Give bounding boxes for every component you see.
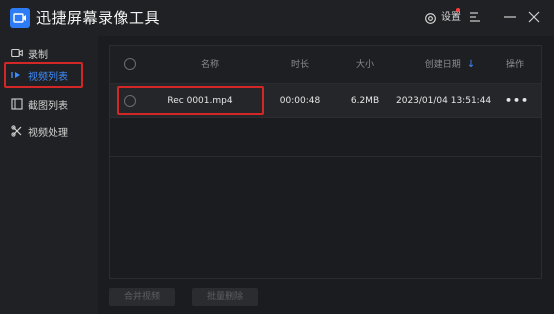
more-actions-button[interactable]: •••	[505, 94, 528, 108]
sidebar-item-video-list[interactable]: 视频列表	[4, 62, 83, 88]
sort-down-arrow-icon[interactable]: ↓	[467, 59, 475, 70]
sidebar-item-label: 录制	[28, 49, 48, 61]
sidebar-item-label: 视频处理	[28, 127, 68, 139]
sidebar-item-label: 视频列表	[28, 71, 68, 83]
row-filename: Rec 0001.mp4	[167, 96, 233, 106]
table-row[interactable]: Rec 0001.mp4 00:00:48 6.2MB 2023/01/04 1…	[110, 84, 541, 118]
video-process-icon	[11, 125, 22, 137]
merge-videos-button[interactable]: 合并视频	[109, 288, 175, 306]
batch-delete-button[interactable]: 批量删除	[192, 288, 258, 306]
video-list-icon	[11, 72, 20, 78]
column-header-size: 大小	[355, 60, 374, 70]
select-all-radio[interactable]	[124, 58, 136, 70]
close-button[interactable]	[526, 9, 542, 25]
sidebar-item-video-process[interactable]: 视频处理	[4, 119, 94, 143]
menu-button[interactable]	[467, 9, 483, 25]
video-table: 名称 时长 大小 创建日期 ↓ 操作 Rec 0001.mp4 00:00:48 …	[109, 45, 542, 279]
main-content: 名称 时长 大小 创建日期 ↓ 操作 Rec 0001.mp4 00:00:48 …	[98, 36, 554, 314]
app-title: 迅捷屏幕录像工具	[36, 9, 161, 27]
sidebar-item-label: 截图列表	[28, 100, 68, 112]
minimize-icon	[504, 16, 516, 18]
table-header: 名称 时长 大小 创建日期 ↓ 操作	[110, 46, 541, 84]
minimize-button[interactable]	[502, 9, 518, 25]
app-logo-icon	[10, 8, 30, 28]
column-header-duration: 时长	[290, 60, 309, 70]
close-icon	[528, 11, 540, 23]
gear-icon	[425, 12, 436, 24]
settings-label: 设置	[441, 12, 461, 23]
row-created-date: 2023/01/04 13:51:44	[396, 96, 492, 106]
screenshot-list-icon	[11, 98, 23, 110]
column-header-name: 名称	[200, 60, 219, 70]
title-bar: 迅捷屏幕录像工具 设置	[0, 0, 554, 36]
column-header-created[interactable]: 创建日期 ↓	[410, 46, 490, 84]
menu-icon	[470, 12, 480, 22]
sidebar: 录制 视频列表 截图列表 视频处理	[0, 36, 98, 314]
notification-dot	[456, 8, 460, 12]
row-duration: 00:00:48	[279, 96, 321, 106]
column-header-actions: 操作	[505, 60, 524, 70]
settings-button[interactable]: 设置	[424, 8, 461, 26]
record-icon	[11, 48, 23, 58]
column-header-created-label: 创建日期	[424, 60, 461, 70]
sidebar-item-screenshot-list[interactable]: 截图列表	[4, 92, 94, 116]
divider	[110, 156, 541, 157]
row-size: 6.2MB	[350, 96, 380, 106]
